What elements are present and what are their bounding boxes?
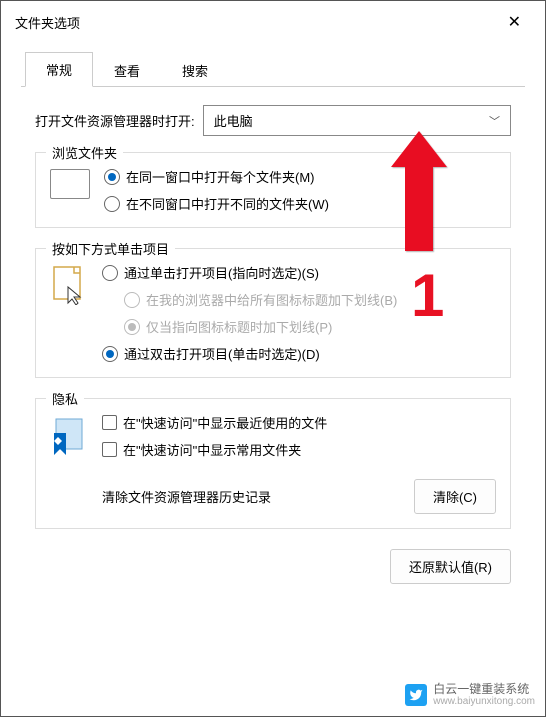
radio-label: 在我的浏览器中给所有图标标题加下划线(B) [146,290,397,309]
content-area: 常规 查看 搜索 打开文件资源管理器时打开: 此电脑 ﹀ 浏览文件夹 在同一窗口… [1,43,545,610]
click-single-radio[interactable]: 通过单击打开项目(指向时选定)(S) [102,263,397,282]
radio-icon [102,346,118,362]
close-button[interactable]: ✕ [498,8,531,36]
radio-label: 通过双击打开项目(单击时选定)(D) [124,344,320,363]
radio-icon [104,169,120,185]
watermark-logo-icon [405,684,427,706]
tab-search[interactable]: 搜索 [161,53,229,87]
radio-label: 在同一窗口中打开每个文件夹(M) [126,167,315,186]
radio-icon [104,196,120,212]
clear-history-label: 清除文件资源管理器历史记录 [102,487,271,506]
privacy-recent-checkbox[interactable]: 在"快速访问"中显示最近使用的文件 [102,413,496,432]
tab-strip: 常规 查看 搜索 [21,51,525,87]
browse-group: 浏览文件夹 在同一窗口中打开每个文件夹(M) 在不同窗口中打开不同的文件夹(W) [35,152,511,228]
radio-icon [102,265,118,281]
window-title: 文件夹选项 [15,13,80,32]
privacy-frequent-checkbox[interactable]: 在"快速访问"中显示常用文件夹 [102,440,496,459]
chevron-down-icon: ﹀ [489,113,500,129]
clear-button[interactable]: 清除(C) [414,479,496,514]
radio-label: 仅当指向图标标题时加下划线(P) [146,317,332,336]
checkbox-icon [102,415,117,430]
checkbox-label: 在"快速访问"中显示常用文件夹 [123,440,301,459]
open-with-row: 打开文件资源管理器时打开: 此电脑 ﹀ [35,105,511,136]
browse-same-window-radio[interactable]: 在同一窗口中打开每个文件夹(M) [104,167,329,186]
tab-body: 打开文件资源管理器时打开: 此电脑 ﹀ 浏览文件夹 在同一窗口中打开每个文件夹(… [21,87,525,594]
checkbox-icon [102,442,117,457]
radio-icon [124,319,140,335]
watermark-text: 白云一键重装系统 [433,682,535,696]
browse-new-window-radio[interactable]: 在不同窗口中打开不同的文件夹(W) [104,194,329,213]
privacy-title: 隐私 [46,389,84,408]
open-with-label: 打开文件资源管理器时打开: [35,111,195,130]
click-double-radio[interactable]: 通过双击打开项目(单击时选定)(D) [102,344,397,363]
click-group: 按如下方式单击项目 通过单击打开项目(指向时选定)(S) [35,248,511,378]
click-title: 按如下方式单击项目 [46,239,175,258]
restore-defaults-button[interactable]: 还原默认值(R) [390,549,511,584]
privacy-group: 隐私 在"快速访问"中显示最近使用的文件 在 [35,398,511,529]
tab-general[interactable]: 常规 [25,52,93,87]
document-cursor-icon [50,265,88,305]
watermark: 白云一键重装系统 www.baiyunxitong.com [405,682,535,708]
open-with-dropdown[interactable]: 此电脑 ﹀ [203,105,511,136]
radio-label: 在不同窗口中打开不同的文件夹(W) [126,194,329,213]
titlebar: 文件夹选项 ✕ [1,1,545,43]
dropdown-value: 此电脑 [214,111,253,130]
radio-icon [124,292,140,308]
window-icon [50,169,90,199]
watermark-url: www.baiyunxitong.com [433,696,535,708]
quickaccess-icon [50,415,88,457]
tab-view[interactable]: 查看 [93,53,161,87]
radio-label: 通过单击打开项目(指向时选定)(S) [124,263,319,282]
underline-all-radio: 在我的浏览器中给所有图标标题加下划线(B) [124,290,397,309]
checkbox-label: 在"快速访问"中显示最近使用的文件 [123,413,327,432]
underline-point-radio: 仅当指向图标标题时加下划线(P) [124,317,397,336]
browse-title: 浏览文件夹 [46,143,123,162]
